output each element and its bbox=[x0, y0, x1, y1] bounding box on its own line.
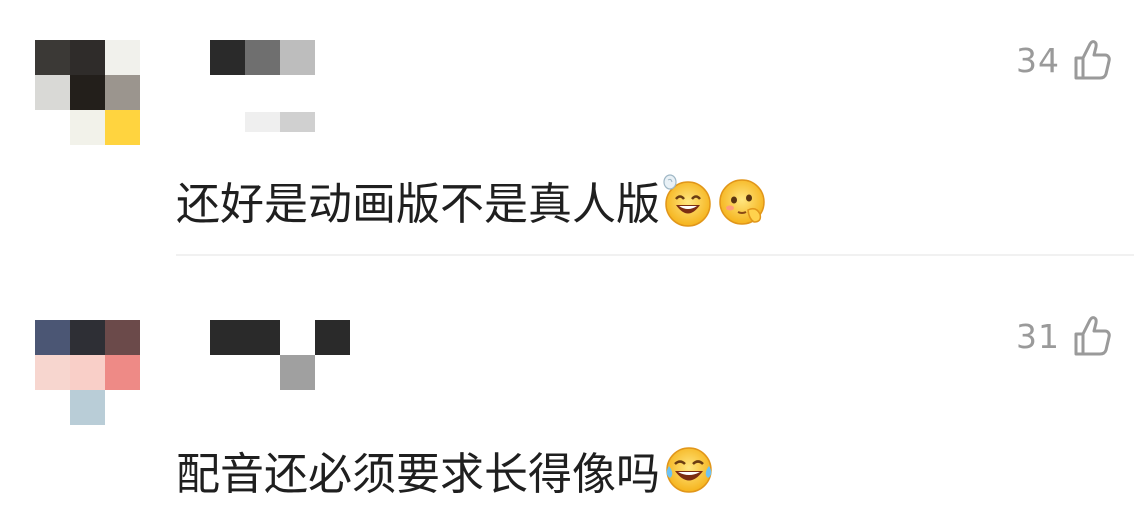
like-control[interactable]: 34 bbox=[1016, 38, 1112, 82]
comment-text: 还好是动画版不是真人版 bbox=[176, 168, 770, 232]
like-control[interactable]: 31 bbox=[1016, 314, 1112, 358]
comment-text: 配音还必须要求长得像吗 bbox=[176, 438, 716, 502]
comment-text-content: 配音还必须要求长得像吗 bbox=[176, 449, 660, 500]
shy-peek-emoji bbox=[719, 179, 765, 225]
comment-item: 34 还好是动画版不是真人版 bbox=[0, 0, 1134, 256]
username-obscured[interactable] bbox=[210, 320, 350, 355]
laugh-cry-emoji bbox=[666, 447, 712, 493]
comment-item: 31 配音还必须要求长得像吗 bbox=[0, 256, 1134, 530]
avatar[interactable] bbox=[35, 40, 140, 145]
avatar[interactable] bbox=[35, 320, 140, 425]
comment-text-content: 还好是动画版不是真人版 bbox=[176, 179, 660, 230]
like-count: 31 bbox=[1016, 316, 1060, 356]
meta-obscured bbox=[280, 355, 315, 390]
username-obscured[interactable] bbox=[210, 40, 315, 75]
like-count: 34 bbox=[1016, 40, 1060, 80]
grin-sweat-emoji bbox=[663, 174, 711, 227]
thumbs-up-icon[interactable] bbox=[1072, 38, 1112, 82]
thumbs-up-icon[interactable] bbox=[1072, 314, 1112, 358]
meta-obscured bbox=[245, 112, 315, 132]
